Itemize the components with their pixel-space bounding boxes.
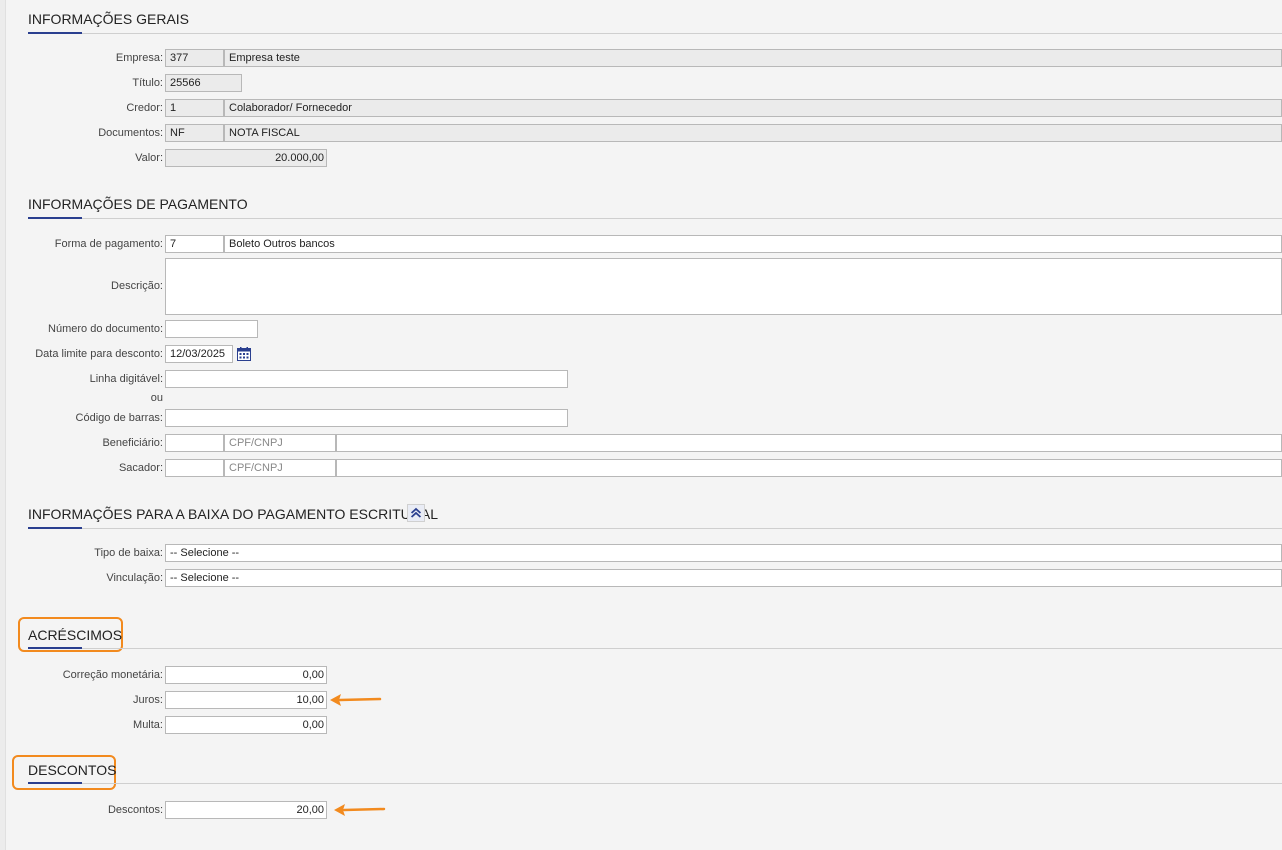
descricao-label: Descrição:: [111, 280, 163, 292]
section-divider: [28, 782, 1282, 784]
forma-pagamento-code-input[interactable]: 7: [165, 235, 224, 253]
section-title-gerais: INFORMAÇÕES GERAIS: [28, 11, 190, 27]
section-title-pagamento: INFORMAÇÕES DE PAGAMENTO: [28, 196, 248, 212]
credor-code-field: 1: [165, 99, 224, 117]
numero-documento-label: Número do documento:: [48, 323, 163, 335]
section-divider: [28, 647, 1282, 649]
empresa-name-field: Empresa teste: [224, 49, 1282, 67]
sacador-name-input[interactable]: [336, 459, 1282, 477]
credor-name-field: Colaborador/ Fornecedor: [224, 99, 1282, 117]
titulo-field: 25566: [165, 74, 242, 92]
arrow-left-icon: [334, 804, 386, 816]
sacador-code-input[interactable]: [165, 459, 224, 477]
data-limite-input[interactable]: 12/03/2025: [165, 345, 233, 363]
tipo-baixa-select[interactable]: -- Selecione --: [165, 544, 1282, 562]
valor-label: Valor:: [135, 152, 163, 164]
beneficiario-cpf-cnpj-input[interactable]: CPF/CNPJ: [224, 434, 336, 452]
sacador-cpf-cnpj-input[interactable]: CPF/CNPJ: [224, 459, 336, 477]
linha-digitavel-input[interactable]: [165, 370, 568, 388]
empresa-code-field: 377: [165, 49, 224, 67]
tipo-baixa-label: Tipo de baixa:: [94, 547, 163, 559]
beneficiario-label: Beneficiário:: [102, 437, 163, 449]
data-limite-label: Data limite para desconto:: [35, 348, 163, 360]
forma-pagamento-label: Forma de pagamento:: [54, 238, 163, 250]
ou-label: ou: [150, 392, 163, 404]
section-title-descontos: DESCONTOS: [28, 762, 117, 778]
multa-input[interactable]: 0,00: [165, 716, 327, 734]
valor-field: 20.000,00: [165, 149, 327, 167]
forma-pagamento-name-field[interactable]: Boleto Outros bancos: [224, 235, 1282, 253]
descontos-input[interactable]: 20,00: [165, 801, 327, 819]
section-title-baixa: INFORMAÇÕES PARA A BAIXA DO PAGAMENTO ES…: [28, 506, 438, 522]
sacador-label: Sacador:: [118, 462, 163, 474]
section-divider: [28, 32, 1282, 34]
calendar-icon[interactable]: [237, 347, 251, 361]
descontos-label: Descontos:: [107, 804, 163, 816]
numero-documento-input[interactable]: [165, 320, 258, 338]
documentos-code-field: NF: [165, 124, 224, 142]
linha-digitavel-label: Linha digitável:: [89, 373, 163, 385]
codigo-barras-input[interactable]: [165, 409, 568, 427]
codigo-barras-label: Código de barras:: [75, 412, 163, 424]
section-divider: [28, 217, 1282, 219]
documentos-name-field: NOTA FISCAL: [224, 124, 1282, 142]
correcao-label: Correção monetária:: [62, 669, 163, 681]
beneficiario-name-input[interactable]: [336, 434, 1282, 452]
titulo-label: Título:: [132, 77, 163, 89]
juros-label: Juros:: [133, 694, 163, 706]
vinculacao-select[interactable]: -- Selecione --: [165, 569, 1282, 587]
beneficiario-code-input[interactable]: [165, 434, 224, 452]
section-divider: [28, 527, 1282, 529]
correcao-input[interactable]: 0,00: [165, 666, 327, 684]
section-title-acrescimos: ACRÉSCIMOS: [28, 627, 123, 643]
double-chevron-up-icon[interactable]: [407, 504, 425, 522]
juros-input[interactable]: 10,00: [165, 691, 327, 709]
arrow-left-icon: [330, 694, 382, 706]
left-edge: [0, 0, 6, 850]
vinculacao-label: Vinculação:: [106, 572, 163, 584]
empresa-label: Empresa:: [115, 52, 163, 64]
multa-label: Multa:: [133, 719, 163, 731]
credor-label: Credor:: [126, 102, 163, 114]
descricao-textarea[interactable]: [165, 258, 1282, 315]
documentos-label: Documentos:: [98, 127, 163, 139]
